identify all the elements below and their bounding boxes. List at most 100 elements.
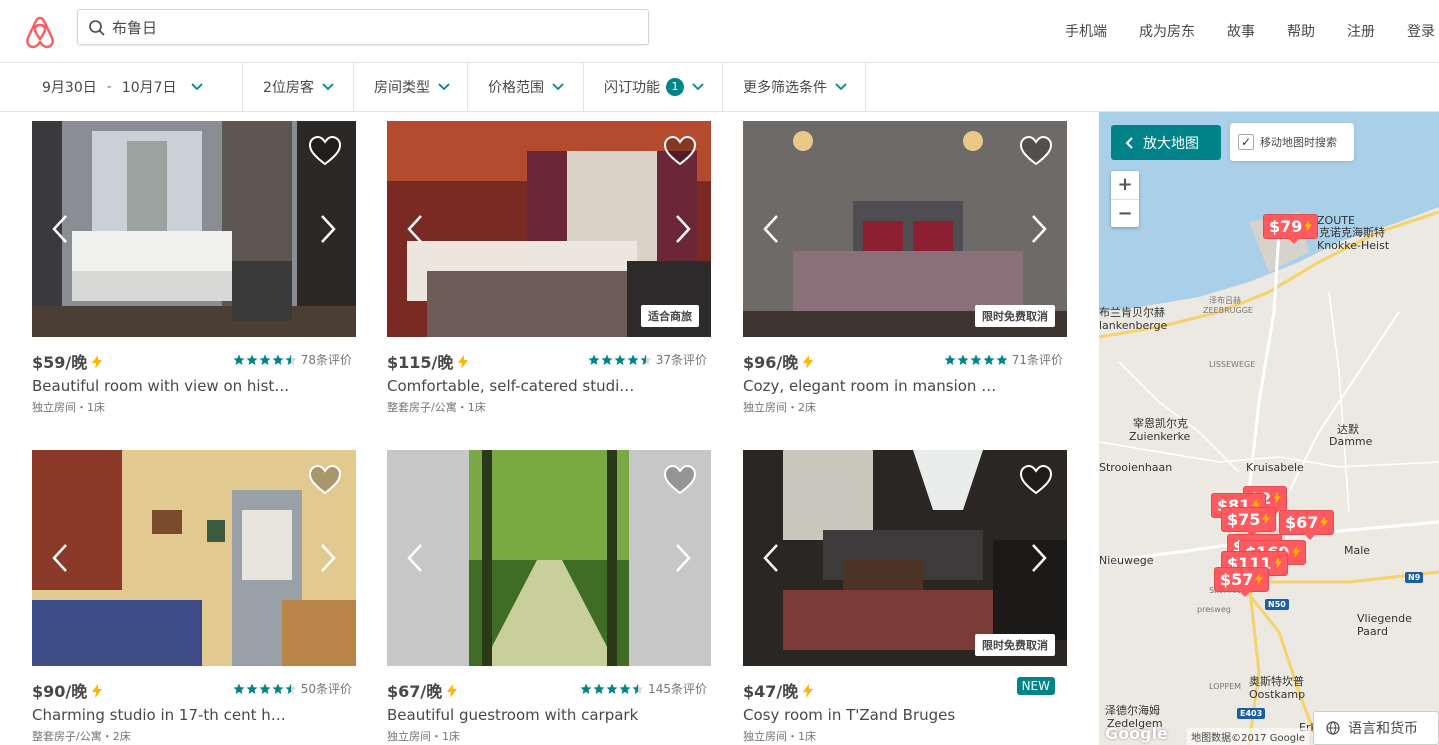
previous-photo-icon[interactable] [761, 542, 781, 574]
review-count: 145条评价 [648, 682, 707, 696]
top-nav: 手机端 成为房东 故事 帮助 注册 登录 [1045, 0, 1439, 62]
listing-tag: 限时免费取消 [975, 634, 1055, 656]
heart-icon[interactable] [308, 464, 342, 496]
map-label-zedelgem-cn: 泽德尔海姆 [1105, 704, 1160, 717]
star-icon [606, 683, 618, 694]
zoom-out-button[interactable]: − [1111, 200, 1139, 228]
heart-icon[interactable] [663, 464, 697, 496]
listing-title[interactable]: Beautiful room with view on hist… [32, 377, 356, 395]
listing-subtitle: 整套房子/公寓・1床 [387, 401, 486, 414]
map[interactable]: ZOUTE 克诺克海斯特 Knokke-Heist 泽布吕赫 ZEEBRUGGE… [1099, 112, 1439, 745]
instant-book-bolt-icon [458, 355, 469, 369]
heart-icon[interactable] [1019, 135, 1053, 167]
map-price-pin[interactable]: $67 [1279, 510, 1335, 540]
next-photo-icon[interactable] [673, 542, 693, 574]
listing-subtitle: 独立房间・1床 [32, 401, 105, 414]
listing-meta: $47/晚 NEW [743, 674, 1067, 704]
previous-photo-icon[interactable] [50, 213, 70, 245]
listing-subtitle: 独立房间・1床 [743, 730, 816, 743]
map-label-zeebrugge: ZEEBRUGGE [1203, 306, 1253, 315]
nav-signup[interactable]: 注册 [1335, 21, 1387, 41]
listing-photo[interactable]: 限时免费取消 [743, 450, 1067, 666]
nav-login[interactable]: 登录 [1395, 21, 1439, 41]
zoom-controls: + − [1111, 171, 1139, 227]
search-bar[interactable] [77, 9, 649, 45]
chevron-down-icon [692, 83, 704, 91]
previous-photo-icon[interactable] [405, 542, 425, 574]
listing-subtitle: 独立房间・1床 [387, 730, 460, 743]
map-price-pin[interactable]: $75 [1221, 507, 1277, 537]
next-photo-icon[interactable] [318, 542, 338, 574]
nav-become-host[interactable]: 成为房东 [1127, 21, 1207, 41]
listing-card[interactable]: $59/晚 78条评价 Beautiful room with view on … [32, 121, 356, 415]
listings-grid: $59/晚 78条评价 Beautiful room with view on … [0, 112, 1099, 745]
heart-icon[interactable] [663, 135, 697, 167]
price-filter[interactable]: 价格范围 [468, 63, 584, 111]
map-label-oostkamp: Oostkamp [1249, 688, 1306, 701]
date-separator: - [106, 79, 112, 95]
instant-book-bolt-icon [92, 684, 103, 698]
listing-title[interactable]: Cosy room in T'Zand Bruges [743, 706, 1067, 724]
map-label-oostkamp-cn: 奥斯特坎普 [1249, 675, 1304, 688]
instant-book-bolt-icon [1262, 513, 1271, 525]
previous-photo-icon[interactable] [761, 213, 781, 245]
star-icon [627, 354, 639, 365]
search-as-move-checkbox[interactable]: ✓ [1238, 134, 1254, 150]
zoom-in-button[interactable]: + [1111, 171, 1139, 199]
google-logo: Google [1105, 724, 1168, 743]
more-filters[interactable]: 更多筛选条件 [723, 63, 866, 111]
nav-help[interactable]: 帮助 [1275, 21, 1327, 41]
next-photo-icon[interactable] [1029, 213, 1049, 245]
next-photo-icon[interactable] [1029, 542, 1049, 574]
next-photo-icon[interactable] [318, 213, 338, 245]
search-icon [89, 20, 105, 36]
nav-mobile[interactable]: 手机端 [1053, 21, 1119, 41]
star-icon [619, 683, 631, 694]
listing-title[interactable]: Cozy, elegant room in mansion … [743, 377, 1067, 395]
guests-filter[interactable]: 2位房客 [243, 63, 354, 111]
star-icon [970, 354, 982, 365]
listing-card[interactable]: 适合商旅 $115/晚 37条评价 Comfortable, self-cate… [387, 121, 711, 415]
listing-title[interactable]: Charming studio in 17-th cent h… [32, 706, 356, 724]
map-label-knokke-cn: 克诺克海斯特 [1319, 226, 1385, 239]
instant-book-filter[interactable]: 闪订功能 1 [584, 63, 723, 111]
listing-photo[interactable] [32, 121, 356, 337]
globe-icon [1326, 721, 1340, 735]
map-price-pin[interactable]: $79 [1263, 214, 1319, 244]
previous-photo-icon[interactable] [405, 213, 425, 245]
star-icon [246, 683, 258, 694]
listing-photo[interactable] [32, 450, 356, 666]
airbnb-logo-icon[interactable] [24, 15, 56, 49]
map-attribution[interactable]: 地图数据©2017 Google [1187, 728, 1309, 745]
next-photo-icon[interactable] [673, 213, 693, 245]
listing-title[interactable]: Beautiful guestroom with carpark [387, 706, 711, 724]
listing-card[interactable]: 限时免费取消 $47/晚 NEW Cosy room in T'Zand Bru… [743, 450, 1067, 744]
listing-photo[interactable] [387, 450, 711, 666]
previous-photo-icon[interactable] [50, 542, 70, 574]
room-type-filter[interactable]: 房间类型 [354, 63, 468, 111]
listing-title[interactable]: Comfortable, self-catered studi… [387, 377, 711, 395]
listing-meta: $96/晚 71条评价 [743, 345, 1067, 375]
price-text: $59/晚 [32, 353, 88, 372]
star-icon [246, 354, 258, 365]
listing-rating: 37条评价 [588, 351, 707, 368]
language-currency-button[interactable]: 语言和货币 [1313, 711, 1439, 745]
star-icon [259, 354, 271, 365]
star-icon [944, 354, 956, 365]
heart-icon[interactable] [1019, 464, 1053, 496]
nav-stories[interactable]: 故事 [1215, 21, 1267, 41]
heart-icon[interactable] [308, 135, 342, 167]
listing-photo[interactable]: 限时免费取消 [743, 121, 1067, 337]
date-filter[interactable]: 9月30日 - 10月7日 [22, 63, 243, 111]
listing-card[interactable]: $90/晚 50条评价 Charming studio in 17-th cen… [32, 450, 356, 744]
map-price-pin[interactable]: $57 [1214, 567, 1270, 597]
listing-card[interactable]: $67/晚 145条评价 Beautiful guestroom with ca… [387, 450, 711, 744]
search-input[interactable] [112, 14, 632, 40]
listing-photo[interactable]: 适合商旅 [387, 121, 711, 337]
search-as-move-toggle[interactable]: ✓ 移动地图时搜索 [1230, 123, 1354, 161]
listing-price: $115/晚 [387, 349, 469, 373]
star-icon [614, 354, 626, 365]
enlarge-map-button[interactable]: 放大地图 [1111, 125, 1221, 160]
instant-book-bolt-icon [803, 355, 814, 369]
listing-card[interactable]: 限时免费取消 $96/晚 71条评价 Cozy, elegant room in… [743, 121, 1067, 415]
